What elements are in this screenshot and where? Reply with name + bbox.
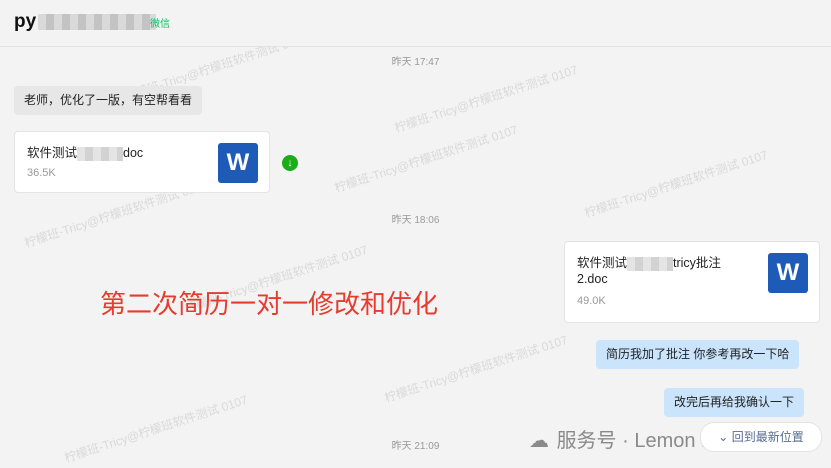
timestamp: 昨天 18:06	[391, 215, 440, 226]
overlay-caption: 第二次简历一对一修改和优化	[100, 289, 439, 319]
chevron-down-icon: ⌄	[718, 430, 729, 444]
timestamp: 昨天 17:47	[391, 57, 440, 68]
watermark: 柠檬班-Tricy@柠檬班软件测试 0107	[62, 392, 250, 466]
watermark: 柠檬班-Tricy@柠檬班软件测试 0107	[332, 122, 520, 196]
watermark: 柠檬班-Tricy@柠檬班软件测试 0107	[392, 62, 580, 136]
back-to-latest-button[interactable]: ⌄ 回到最新位置	[700, 422, 822, 452]
wechat-icon: ☁	[529, 430, 549, 452]
file-size: 36.5K	[27, 167, 56, 179]
word-doc-icon: W	[218, 143, 258, 183]
redacted-name	[38, 13, 157, 30]
back-to-latest-label: 回到最新位置	[731, 430, 804, 444]
file-card-2[interactable]: 软件测试 tricy批注 2.doc 49.0K W	[564, 241, 820, 323]
incoming-message[interactable]: 老师，优化了一版，有空帮看看	[14, 86, 203, 115]
file-name: 软件测试 doc	[27, 146, 144, 161]
chat-title[interactable]: py	[14, 11, 157, 33]
chat-header: py 微信	[0, 0, 831, 47]
source-tag: 微信	[150, 19, 170, 30]
file-card-1[interactable]: 软件测试 doc 36.5K W	[14, 131, 270, 193]
file-size: 49.0K	[577, 295, 606, 307]
outgoing-message[interactable]: 改完后再给我确认一下	[664, 388, 805, 417]
watermark: 柠檬班-Tricy@柠檬班软件测试 0107	[582, 147, 770, 221]
outgoing-message[interactable]: 简历我加了批注 你参考再改一下哈	[596, 340, 800, 369]
word-doc-icon: W	[768, 253, 808, 293]
redacted-filename	[77, 146, 124, 161]
file-name: 软件测试 tricy批注 2.doc	[577, 256, 721, 286]
watermark: 柠檬班-Tricy@柠檬班软件测试 0107	[382, 332, 570, 406]
download-icon[interactable]: ↓	[282, 155, 298, 171]
chat-title-text: py	[14, 11, 37, 32]
redacted-filename	[627, 256, 674, 271]
